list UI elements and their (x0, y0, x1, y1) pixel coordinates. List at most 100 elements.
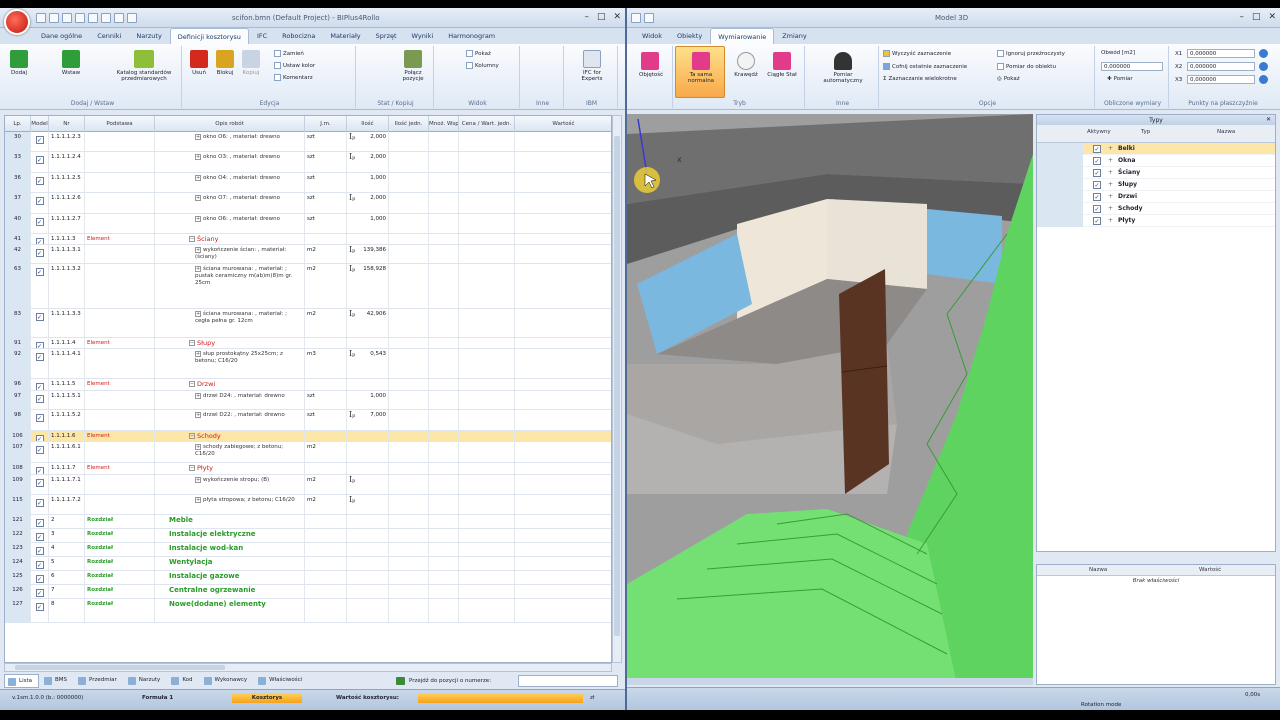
model-checkbox[interactable]: ✓ (35, 353, 44, 361)
table-row[interactable]: 92 ✓ 1.1.1.1.4.1 + słup prostokątny 25x25cm;… (5, 349, 611, 379)
formula-icon[interactable]: Iₚ (349, 476, 355, 484)
type-item[interactable]: ✓ + Słupy (1037, 179, 1275, 191)
active-checkbox[interactable]: ✓ (1093, 169, 1101, 177)
col-header-4[interactable]: Opis robót (155, 116, 305, 132)
tab-9[interactable]: Harmonogram (441, 28, 502, 44)
tab-6[interactable]: Materiały (323, 28, 367, 44)
table-row[interactable]: 63 ✓ 1.1.1.1.3.2 + ściana murowana: , materi… (5, 264, 611, 309)
tab-3[interactable]: Definicji kosztorysu (169, 28, 249, 44)
right-tab-0[interactable]: Widok (635, 28, 669, 44)
type-item[interactable]: ✓ + Ściany (1037, 167, 1275, 179)
table-row[interactable]: 83 ✓ 1.1.1.1.3.3 + ściana murowana: , materi… (5, 309, 611, 338)
model-checkbox[interactable]: ✓ (35, 395, 44, 403)
collapse-icon[interactable]: − (189, 236, 195, 242)
undo-icon[interactable] (88, 13, 98, 23)
lock-button[interactable]: Blokuj (214, 50, 236, 76)
panel-close-icon[interactable]: ✕ (1266, 116, 1271, 123)
model-checkbox[interactable]: ✓ (35, 342, 44, 348)
continuous-button[interactable]: Ciągłe Stał (767, 52, 797, 78)
clear-selection-button[interactable]: Wyczyść zaznaczenie (883, 50, 951, 57)
model-checkbox[interactable]: ✓ (35, 467, 44, 474)
model-checkbox[interactable]: ✓ (35, 575, 44, 583)
model-checkbox[interactable]: ✓ (35, 446, 44, 454)
show-button[interactable]: Pokaż (466, 50, 491, 57)
print-icon[interactable] (75, 13, 85, 23)
model-checkbox[interactable]: ✓ (35, 218, 44, 226)
add-button[interactable]: Dodaj (8, 50, 30, 76)
show-dropdown[interactable]: ◎ Pokaż (997, 76, 1020, 82)
active-checkbox[interactable]: ✓ (1093, 217, 1101, 225)
app-menu-icon[interactable] (631, 13, 641, 23)
model-checkbox[interactable]: ✓ (35, 603, 44, 611)
table-row[interactable]: 40 ✓ 1.1.1.1.2.7 + okno O6: , materiał: drew… (5, 214, 611, 234)
expand-icon[interactable]: + (1108, 205, 1113, 212)
edge-button[interactable]: Krawędź (731, 52, 761, 78)
formula-icon[interactable]: Iₚ (349, 153, 355, 161)
model-checkbox[interactable]: ✓ (35, 519, 44, 527)
arrow-right-icon[interactable] (127, 13, 137, 23)
collapse-icon[interactable]: − (189, 433, 195, 439)
expand-icon[interactable]: + (1108, 157, 1113, 164)
copy-button[interactable]: Kopiuj (240, 50, 262, 76)
type-item[interactable]: ✓ + Belki (1037, 143, 1275, 155)
model-checkbox[interactable]: ✓ (35, 533, 44, 541)
x1-input[interactable]: 0,000000 (1187, 49, 1255, 58)
new-icon[interactable] (36, 13, 46, 23)
expand-icon[interactable]: + (1108, 181, 1113, 188)
active-checkbox[interactable]: ✓ (1093, 157, 1101, 165)
table-row[interactable]: 36 ✓ 1.1.1.1.2.5 + okno O4: , materiał: drew… (5, 173, 611, 193)
model-checkbox[interactable]: ✓ (35, 238, 44, 244)
model-checkbox[interactable]: ✓ (35, 136, 44, 144)
volume-button[interactable]: Objętość (639, 52, 663, 78)
expand-icon[interactable]: + (195, 444, 201, 450)
right-tab-2[interactable]: Wymiarowanie (710, 28, 775, 44)
formula-icon[interactable]: Iₚ (349, 411, 355, 419)
formula-icon[interactable]: Iₚ (349, 246, 355, 254)
table-row[interactable]: 98 ✓ 1.1.1.1.5.2 + drzwi D22: , materiał: dr… (5, 410, 611, 431)
collapse-icon[interactable]: − (189, 465, 195, 471)
auto-measure-button[interactable]: Pomiar automatyczny (823, 52, 863, 84)
expand-icon[interactable]: + (1108, 193, 1113, 200)
viewport-scrollbar[interactable] (627, 678, 1033, 685)
col-header-7[interactable]: Ilość jedn. (389, 116, 429, 132)
table-row[interactable]: 106 ✓ 1.1.1.1.6 Element − Schody (5, 431, 611, 442)
table-row[interactable]: 96 ✓ 1.1.1.1.5 Element − Drzwi (5, 379, 611, 391)
table-row[interactable]: 125 ✓ 6 Rozdział Instalacje gazowe (5, 571, 611, 585)
bottom-tab-2[interactable]: Przedmiar (75, 674, 123, 688)
col-header-9[interactable]: Cena / Wart. jedn. (459, 116, 515, 132)
table-row[interactable]: 42 ✓ 1.1.1.1.3.1 + wykończenie ścian: , mate… (5, 245, 611, 264)
table-row[interactable]: 122 ✓ 3 Rozdział Instalacje elektryczne (5, 529, 611, 543)
model-checkbox[interactable]: ✓ (35, 383, 44, 390)
model-checkbox[interactable]: ✓ (35, 479, 44, 487)
table-row[interactable]: 30 ✓ 1.1.1.1.2.3 + okno O6: , materiał: drew… (5, 132, 611, 152)
delete-button[interactable]: Usuń (188, 50, 210, 76)
table-row[interactable]: 107 ✓ 1.1.1.1.6.1 + schody zabiegowe; z beto… (5, 442, 611, 463)
x2-input[interactable]: 0,000000 (1187, 62, 1255, 71)
type-item[interactable]: ✓ + Płyty (1037, 215, 1275, 227)
close-icon[interactable]: ✕ (613, 12, 621, 22)
multi-select-button[interactable]: Σ Zaznaczanie wielokrotne (883, 76, 957, 82)
table-row[interactable]: 109 ✓ 1.1.1.1.7.1 + wykończenie stropu; (B) m… (5, 475, 611, 495)
formula-icon[interactable]: Iₚ (349, 194, 355, 202)
maximize-icon[interactable]: □ (597, 12, 606, 22)
tab-1[interactable]: Cenniki (90, 28, 128, 44)
active-checkbox[interactable]: ✓ (1093, 193, 1101, 201)
expand-icon[interactable]: + (195, 266, 201, 272)
col-header-0[interactable]: Lp. (5, 116, 31, 132)
redo-icon[interactable] (101, 13, 111, 23)
bottom-tab-1[interactable]: BMS (41, 674, 73, 688)
type-item[interactable]: ✓ + Okna (1037, 155, 1275, 167)
bottom-tab-4[interactable]: Kod (168, 674, 198, 688)
grid-vertical-scrollbar[interactable] (612, 115, 622, 663)
table-row[interactable]: 121 ✓ 2 Rozdział Meble (5, 515, 611, 529)
expand-icon[interactable]: + (195, 216, 201, 222)
x3-input[interactable]: 0,000000 (1187, 75, 1255, 84)
table-row[interactable]: 126 ✓ 7 Rozdział Centralne ogrzewanie (5, 585, 611, 599)
tab-5[interactable]: Robocizna (275, 28, 322, 44)
table-row[interactable]: 127 ✓ 8 Rozdział Nowe(dodane) elementy (5, 599, 611, 623)
expand-icon[interactable]: + (195, 412, 201, 418)
expand-icon[interactable]: + (195, 175, 201, 181)
ifc-experts-button[interactable]: IFC for Experts (574, 50, 610, 82)
catalog-button[interactable]: Katalog standardów przedmiarowych (114, 50, 174, 82)
model-checkbox[interactable]: ✓ (35, 268, 44, 276)
